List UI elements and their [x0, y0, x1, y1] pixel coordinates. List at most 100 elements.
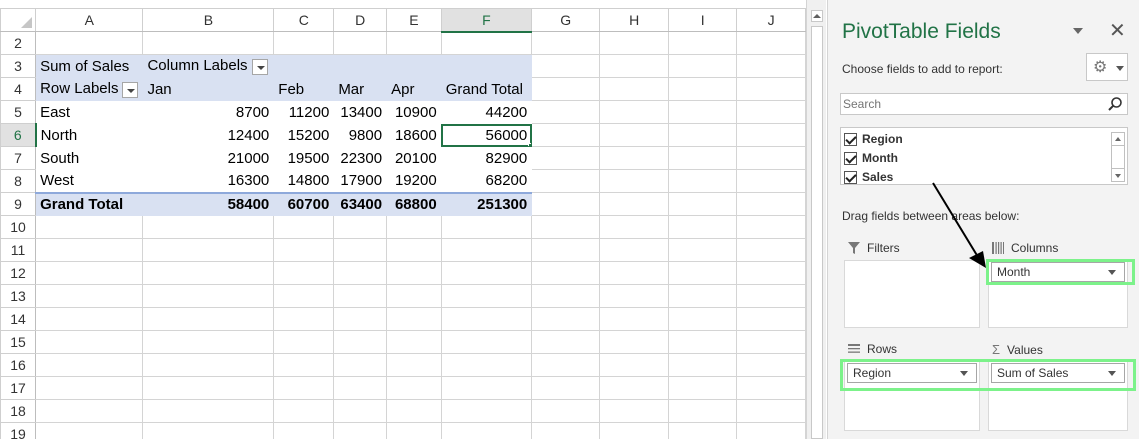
cell-a11[interactable]	[35, 238, 144, 262]
column-header-b[interactable]: B	[142, 8, 275, 32]
cell-i4[interactable]	[668, 77, 738, 101]
cell-c16[interactable]	[273, 353, 335, 377]
filter-dropdown-icon[interactable]	[251, 58, 268, 75]
column-header-f[interactable]: F	[440, 8, 533, 33]
cell-e10[interactable]	[386, 215, 442, 239]
cell-j19[interactable]	[736, 422, 806, 439]
column-header-e[interactable]: E	[386, 8, 442, 32]
cell-c7[interactable]: 19500	[273, 146, 335, 170]
cell-e12[interactable]	[386, 261, 442, 285]
cell-d8[interactable]: 17900	[333, 169, 388, 193]
cell-b6[interactable]: 12400	[142, 123, 275, 147]
cell-e4[interactable]: Apr	[386, 77, 442, 101]
cell-h18[interactable]	[599, 399, 670, 423]
cell-b3[interactable]: Column Labels	[142, 54, 275, 78]
cell-c13[interactable]	[273, 284, 335, 308]
cell-f15[interactable]	[440, 330, 533, 354]
cell-j13[interactable]	[736, 284, 806, 308]
column-header-i[interactable]: I	[668, 8, 738, 32]
cell-g15[interactable]	[531, 330, 601, 354]
cell-a3[interactable]: Sum of Sales	[35, 54, 144, 78]
row-header-2[interactable]: 2	[0, 31, 37, 55]
cell-h11[interactable]	[599, 238, 670, 262]
cell-j5[interactable]	[736, 100, 806, 124]
scroll-track[interactable]	[1111, 146, 1125, 168]
column-header-d[interactable]: D	[333, 8, 388, 32]
cell-f11[interactable]	[440, 238, 533, 262]
cell-d7[interactable]: 22300	[333, 146, 388, 170]
cell-j8[interactable]	[736, 169, 806, 193]
cell-d11[interactable]	[333, 238, 388, 262]
cell-e2[interactable]	[386, 31, 442, 55]
cell-i15[interactable]	[668, 330, 738, 354]
cell-f13[interactable]	[440, 284, 533, 308]
cell-b12[interactable]	[142, 261, 275, 285]
cell-e7[interactable]: 20100	[386, 146, 442, 170]
cell-i9[interactable]	[668, 192, 738, 216]
cell-e8[interactable]: 19200	[386, 169, 442, 193]
row-header-11[interactable]: 11	[0, 238, 37, 262]
cell-b7[interactable]: 21000	[142, 146, 275, 170]
row-header-10[interactable]: 10	[0, 215, 37, 239]
cell-f19[interactable]	[440, 422, 533, 439]
cell-i19[interactable]	[668, 422, 738, 439]
cell-i10[interactable]	[668, 215, 738, 239]
cell-b19[interactable]	[142, 422, 275, 439]
row-header-7[interactable]: 7	[0, 146, 37, 170]
cell-j10[interactable]	[736, 215, 806, 239]
cell-f7[interactable]: 82900	[440, 146, 533, 170]
cell-e18[interactable]	[386, 399, 442, 423]
pane-options-chevron-icon[interactable]	[1071, 24, 1085, 38]
cell-b18[interactable]	[142, 399, 275, 423]
cell-d4[interactable]: Mar	[333, 77, 388, 101]
cell-h15[interactable]	[599, 330, 670, 354]
cell-c18[interactable]	[273, 399, 335, 423]
cell-f10[interactable]	[440, 215, 533, 239]
cell-g7[interactable]	[531, 146, 601, 170]
cell-h5[interactable]	[599, 100, 670, 124]
cell-e16[interactable]	[386, 353, 442, 377]
cell-j11[interactable]	[736, 238, 806, 262]
cell-a16[interactable]	[35, 353, 144, 377]
spreadsheet-grid[interactable]: A B C D E F G H I J 2 3 Sum of Sales Column…	[0, 0, 806, 439]
cell-g4[interactable]	[531, 77, 601, 101]
scroll-thumb[interactable]	[811, 26, 823, 439]
cell-g9[interactable]	[531, 192, 601, 216]
cell-g3[interactable]	[531, 54, 601, 78]
search-input[interactable]	[841, 94, 1091, 114]
row-header-17[interactable]: 17	[0, 376, 37, 400]
cell-a4[interactable]: Row Labels	[35, 77, 144, 101]
cell-j3[interactable]	[736, 54, 806, 78]
cell-j4[interactable]	[736, 77, 806, 101]
cell-f17[interactable]	[440, 376, 533, 400]
filter-dropdown-icon[interactable]	[122, 81, 139, 98]
cell-h10[interactable]	[599, 215, 670, 239]
cell-j6[interactable]	[736, 123, 806, 147]
cell-a13[interactable]	[35, 284, 144, 308]
cell-d10[interactable]	[333, 215, 388, 239]
row-header-4[interactable]: 4	[0, 77, 37, 101]
cell-f4[interactable]: Grand Total	[440, 77, 533, 101]
cell-c17[interactable]	[273, 376, 335, 400]
cell-a19[interactable]	[35, 422, 144, 439]
cell-d15[interactable]	[333, 330, 388, 354]
row-header-6[interactable]: 6	[0, 123, 37, 147]
cell-e3[interactable]	[386, 54, 442, 78]
cell-f3[interactable]	[440, 54, 533, 78]
cell-c11[interactable]	[273, 238, 335, 262]
cell-d13[interactable]	[333, 284, 388, 308]
cell-i5[interactable]	[668, 100, 738, 124]
cell-j12[interactable]	[736, 261, 806, 285]
cell-f12[interactable]	[440, 261, 533, 285]
cell-b13[interactable]	[142, 284, 275, 308]
row-header-3[interactable]: 3	[0, 54, 37, 78]
cell-d6[interactable]: 9800	[333, 123, 388, 147]
cell-a17[interactable]	[35, 376, 144, 400]
filters-drop-area[interactable]	[844, 260, 980, 328]
cell-e11[interactable]	[386, 238, 442, 262]
cell-i3[interactable]	[668, 54, 738, 78]
worksheet-table[interactable]: A B C D E F G H I J 2 3 Sum of Sales Column…	[0, 8, 806, 439]
column-header-c[interactable]: C	[273, 8, 335, 32]
tools-button[interactable]: ⚙	[1086, 53, 1128, 81]
checkbox-checked-icon[interactable]	[844, 170, 857, 184]
